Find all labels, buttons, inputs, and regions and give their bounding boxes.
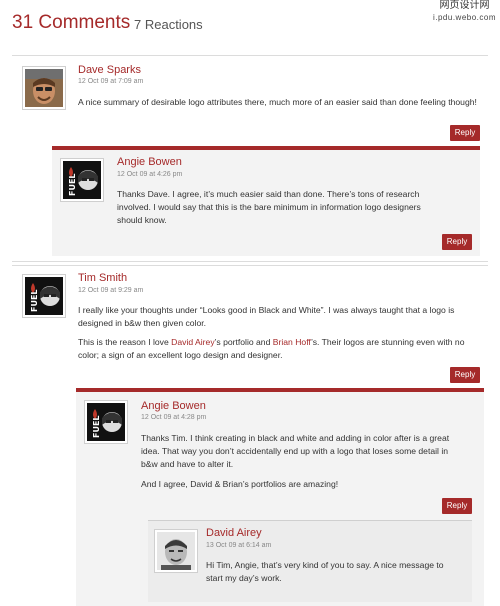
svg-text:FUEL: FUEL bbox=[92, 415, 101, 438]
comment-date: 12 Oct 09 at 7:09 am bbox=[78, 78, 144, 85]
comment-dave-sparks: Dave Sparks 12 Oct 09 at 7:09 am A nice … bbox=[12, 55, 488, 262]
comment-date: 12 Oct 09 at 4:28 pm bbox=[141, 414, 207, 421]
reactions-link[interactable]: 7 Reactions bbox=[134, 17, 203, 32]
comment-date: 12 Oct 09 at 4:26 pm bbox=[117, 171, 183, 178]
comments-count: 31 Comments bbox=[12, 12, 131, 33]
svg-text:FUEL: FUEL bbox=[30, 289, 39, 312]
avatar bbox=[22, 66, 66, 110]
comment-text-links: This is the reason I love David Airey’s … bbox=[78, 337, 465, 360]
watermark: 网页设计网 i.pdu.webo.com bbox=[433, 0, 496, 24]
reply-button[interactable]: Reply bbox=[450, 367, 480, 383]
watermark-url: i.pdu.webo.com bbox=[432, 13, 496, 22]
comment-author[interactable]: Tim Smith bbox=[78, 272, 127, 284]
comment-text: Hi Tim, Angie, that’s very kind of you t… bbox=[206, 560, 444, 583]
comment-angie-bowen-reply-1: FUEL Angie Bowen 12 Oct 09 at 4:26 pm Th… bbox=[52, 146, 480, 256]
comment-text: Thanks Tim. I think creating in black an… bbox=[141, 433, 450, 469]
svg-text:FUEL: FUEL bbox=[68, 173, 77, 196]
comment-text: Thanks Dave. I agree, it’s much easier s… bbox=[117, 189, 421, 225]
comment-angie-bowen-reply-2: FUEL Angie Bowen 12 Oct 09 at 4:28 pm Th… bbox=[76, 388, 484, 606]
comment-author[interactable]: Angie Bowen bbox=[117, 156, 182, 168]
comment-text: I really like your thoughts under “Looks… bbox=[78, 305, 455, 328]
author-link-david-airey[interactable]: David Airey bbox=[171, 337, 214, 347]
reply-button[interactable]: Reply bbox=[442, 498, 472, 514]
comments-header: 31 Comments 7 Reactions bbox=[12, 10, 492, 40]
comment-david-airey: David Airey 13 Oct 09 at 6:14 am Hi Tim,… bbox=[148, 520, 472, 602]
user-photo-icon bbox=[25, 69, 63, 107]
comment-author[interactable]: Angie Bowen bbox=[141, 400, 206, 412]
comment-date: 13 Oct 09 at 6:14 am bbox=[206, 542, 272, 549]
avatar: FUEL bbox=[22, 274, 66, 318]
reply-button[interactable]: Reply bbox=[442, 234, 472, 250]
avatar: FUEL bbox=[60, 158, 104, 202]
avatar bbox=[154, 529, 198, 573]
watermark-title: 网页设计网 bbox=[439, 0, 490, 11]
avatar: FUEL bbox=[84, 400, 128, 444]
user-photo-icon bbox=[157, 532, 195, 570]
comment-date: 12 Oct 09 at 9:29 am bbox=[78, 287, 144, 294]
fuel-logo-icon: FUEL bbox=[63, 161, 101, 199]
comment-author[interactable]: David Airey bbox=[206, 527, 262, 539]
comment-text: And I agree, David & Brian’s portfolios … bbox=[141, 479, 339, 489]
fuel-logo-icon: FUEL bbox=[25, 277, 63, 315]
comment-text: A nice summary of desirable logo attribu… bbox=[78, 97, 477, 107]
fuel-logo-icon: FUEL bbox=[87, 403, 125, 441]
reply-button[interactable]: Reply bbox=[450, 125, 480, 141]
author-link-brian-hoff[interactable]: Brian Hoff bbox=[273, 337, 311, 347]
comment-author[interactable]: Dave Sparks bbox=[78, 64, 141, 76]
comment-tim-smith: FUEL Tim Smith 12 Oct 09 at 9:29 am I re… bbox=[12, 265, 488, 606]
